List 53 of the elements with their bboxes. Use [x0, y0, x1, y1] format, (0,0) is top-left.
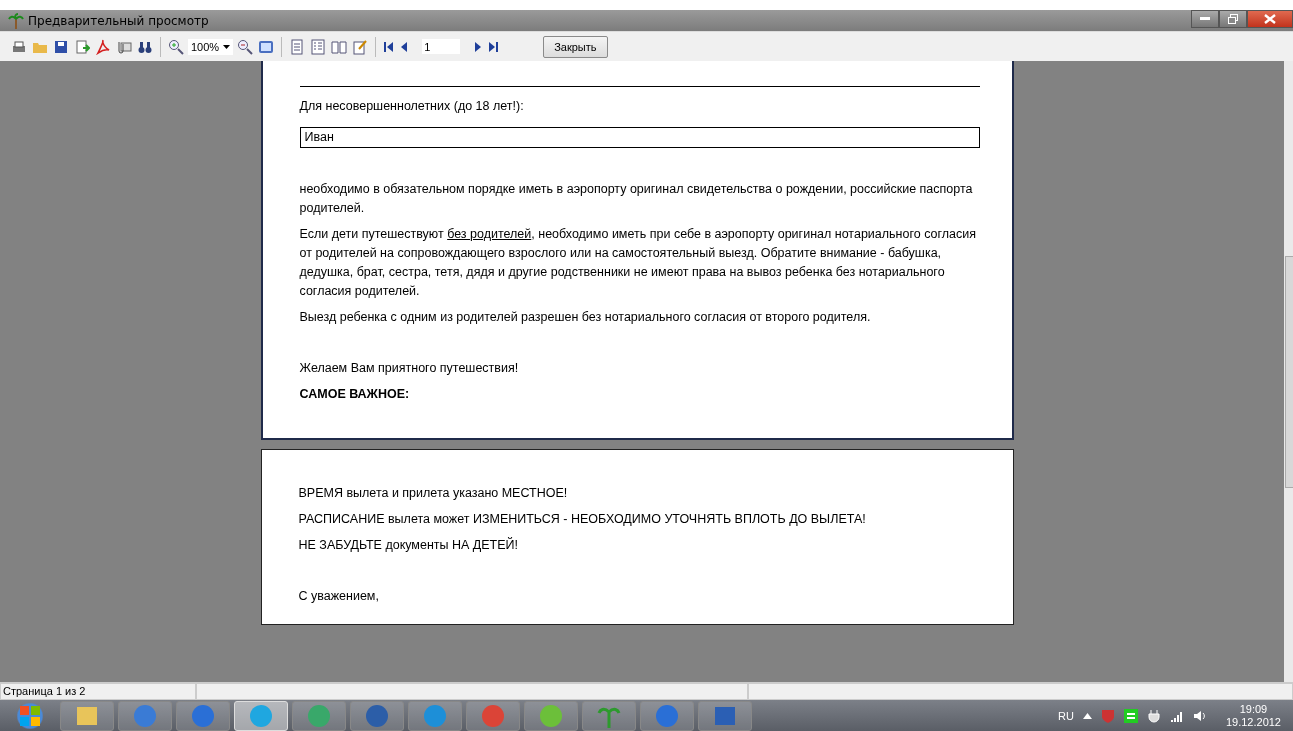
last-page-icon[interactable] — [486, 39, 501, 54]
paragraph: НЕ ЗАБУДЬТЕ документы НА ДЕТЕЙ! — [298, 536, 520, 554]
clock-time[interactable]: 19:09 — [1239, 702, 1268, 716]
paragraph: Желаем Вам приятного путешествия! — [299, 360, 520, 377]
vertical-scrollbar[interactable] — [1284, 61, 1293, 682]
page-status: Страница 1 из 2 — [0, 683, 196, 700]
window-title: Предварительный просмотр — [28, 13, 209, 28]
volume-icon[interactable] — [1192, 708, 1207, 723]
app-icon — [306, 702, 332, 729]
multi-page-icon[interactable] — [309, 37, 328, 56]
field-label: Для несовершеннолетних (до 18 лет!): — [299, 98, 525, 115]
close-button[interactable] — [1247, 10, 1293, 28]
app-icon — [132, 702, 158, 729]
windows-logo-icon — [19, 704, 41, 727]
page-number-field[interactable]: 1 — [422, 39, 461, 54]
paragraph: ВРЕМЯ вылета и прилета указано МЕСТНОЕ! — [298, 485, 569, 502]
close-icon — [1264, 14, 1276, 24]
paragraph: РАСПИСАНИЕ вылета может ИЗМЕНИТЬСЯ - НЕОБХОДИМО УТОЧНЯТЬ ВПЛОТЬ ДО ВЫЛЕТА! — [298, 511, 867, 528]
close-preview-button[interactable]: Закрыть — [543, 35, 608, 58]
taskbar-app-button[interactable] — [60, 700, 114, 731]
language-indicator[interactable]: RU — [1058, 709, 1074, 722]
zoom-in-icon[interactable] — [167, 37, 185, 56]
minimize-button[interactable] — [1191, 10, 1219, 28]
paragraph: необходимо в обязательном порядке иметь в аэропорту оригинал свидетельства о рождении, российские паспорта родителей. — [299, 181, 974, 217]
section-heading: САМОЕ ВАЖНОЕ: — [299, 386, 411, 403]
export-icon[interactable] — [73, 37, 91, 56]
signal-icon[interactable] — [1169, 709, 1184, 722]
taskbar-app-button[interactable] — [350, 700, 404, 731]
pdf-icon[interactable] — [94, 37, 112, 56]
restore-icon — [1228, 14, 1238, 24]
name-field: Иван — [299, 127, 980, 148]
app-icon — [364, 702, 390, 729]
app-icon — [654, 702, 680, 729]
paragraph: Если дети путешествуют без родителей, необходимо иметь при себе в аэропорту оригинал нотариального согласия от родителей на сопровождающего взрослого или на самостоятельный выезд. Обратите внимание - бабушка, дедушка, брат, сестра, тетя, дядя и другие родственники не имеют права на вывоз ребенка без нотариального согласия родителей. — [299, 226, 977, 300]
paragraph: Выезд ребенка с одним из родителей разрешен без нотариального согласия от второго родителя. — [299, 309, 872, 326]
caret-icon — [223, 44, 231, 49]
app-icon — [538, 702, 564, 729]
restore-button[interactable] — [1219, 10, 1247, 28]
paragraph: С уважением, — [298, 588, 380, 605]
app-icon — [190, 702, 216, 729]
minimize-icon — [1200, 17, 1210, 21]
taskbar-app-button[interactable] — [698, 700, 752, 731]
app-icon — [248, 702, 274, 729]
power-plug-icon[interactable] — [1146, 708, 1161, 723]
previous-page-icon[interactable] — [399, 39, 410, 54]
zoom-out-icon[interactable] — [236, 37, 255, 56]
app-icon — [480, 702, 506, 729]
clock-date[interactable]: 19.12.2012 — [1225, 715, 1281, 729]
taskbar-app-button[interactable] — [524, 700, 578, 731]
palm-tree-icon — [8, 12, 24, 29]
zoom-dropdown[interactable]: 100% — [188, 38, 234, 55]
app-icon — [422, 702, 448, 729]
show-hidden-icons-icon[interactable] — [1082, 712, 1092, 719]
